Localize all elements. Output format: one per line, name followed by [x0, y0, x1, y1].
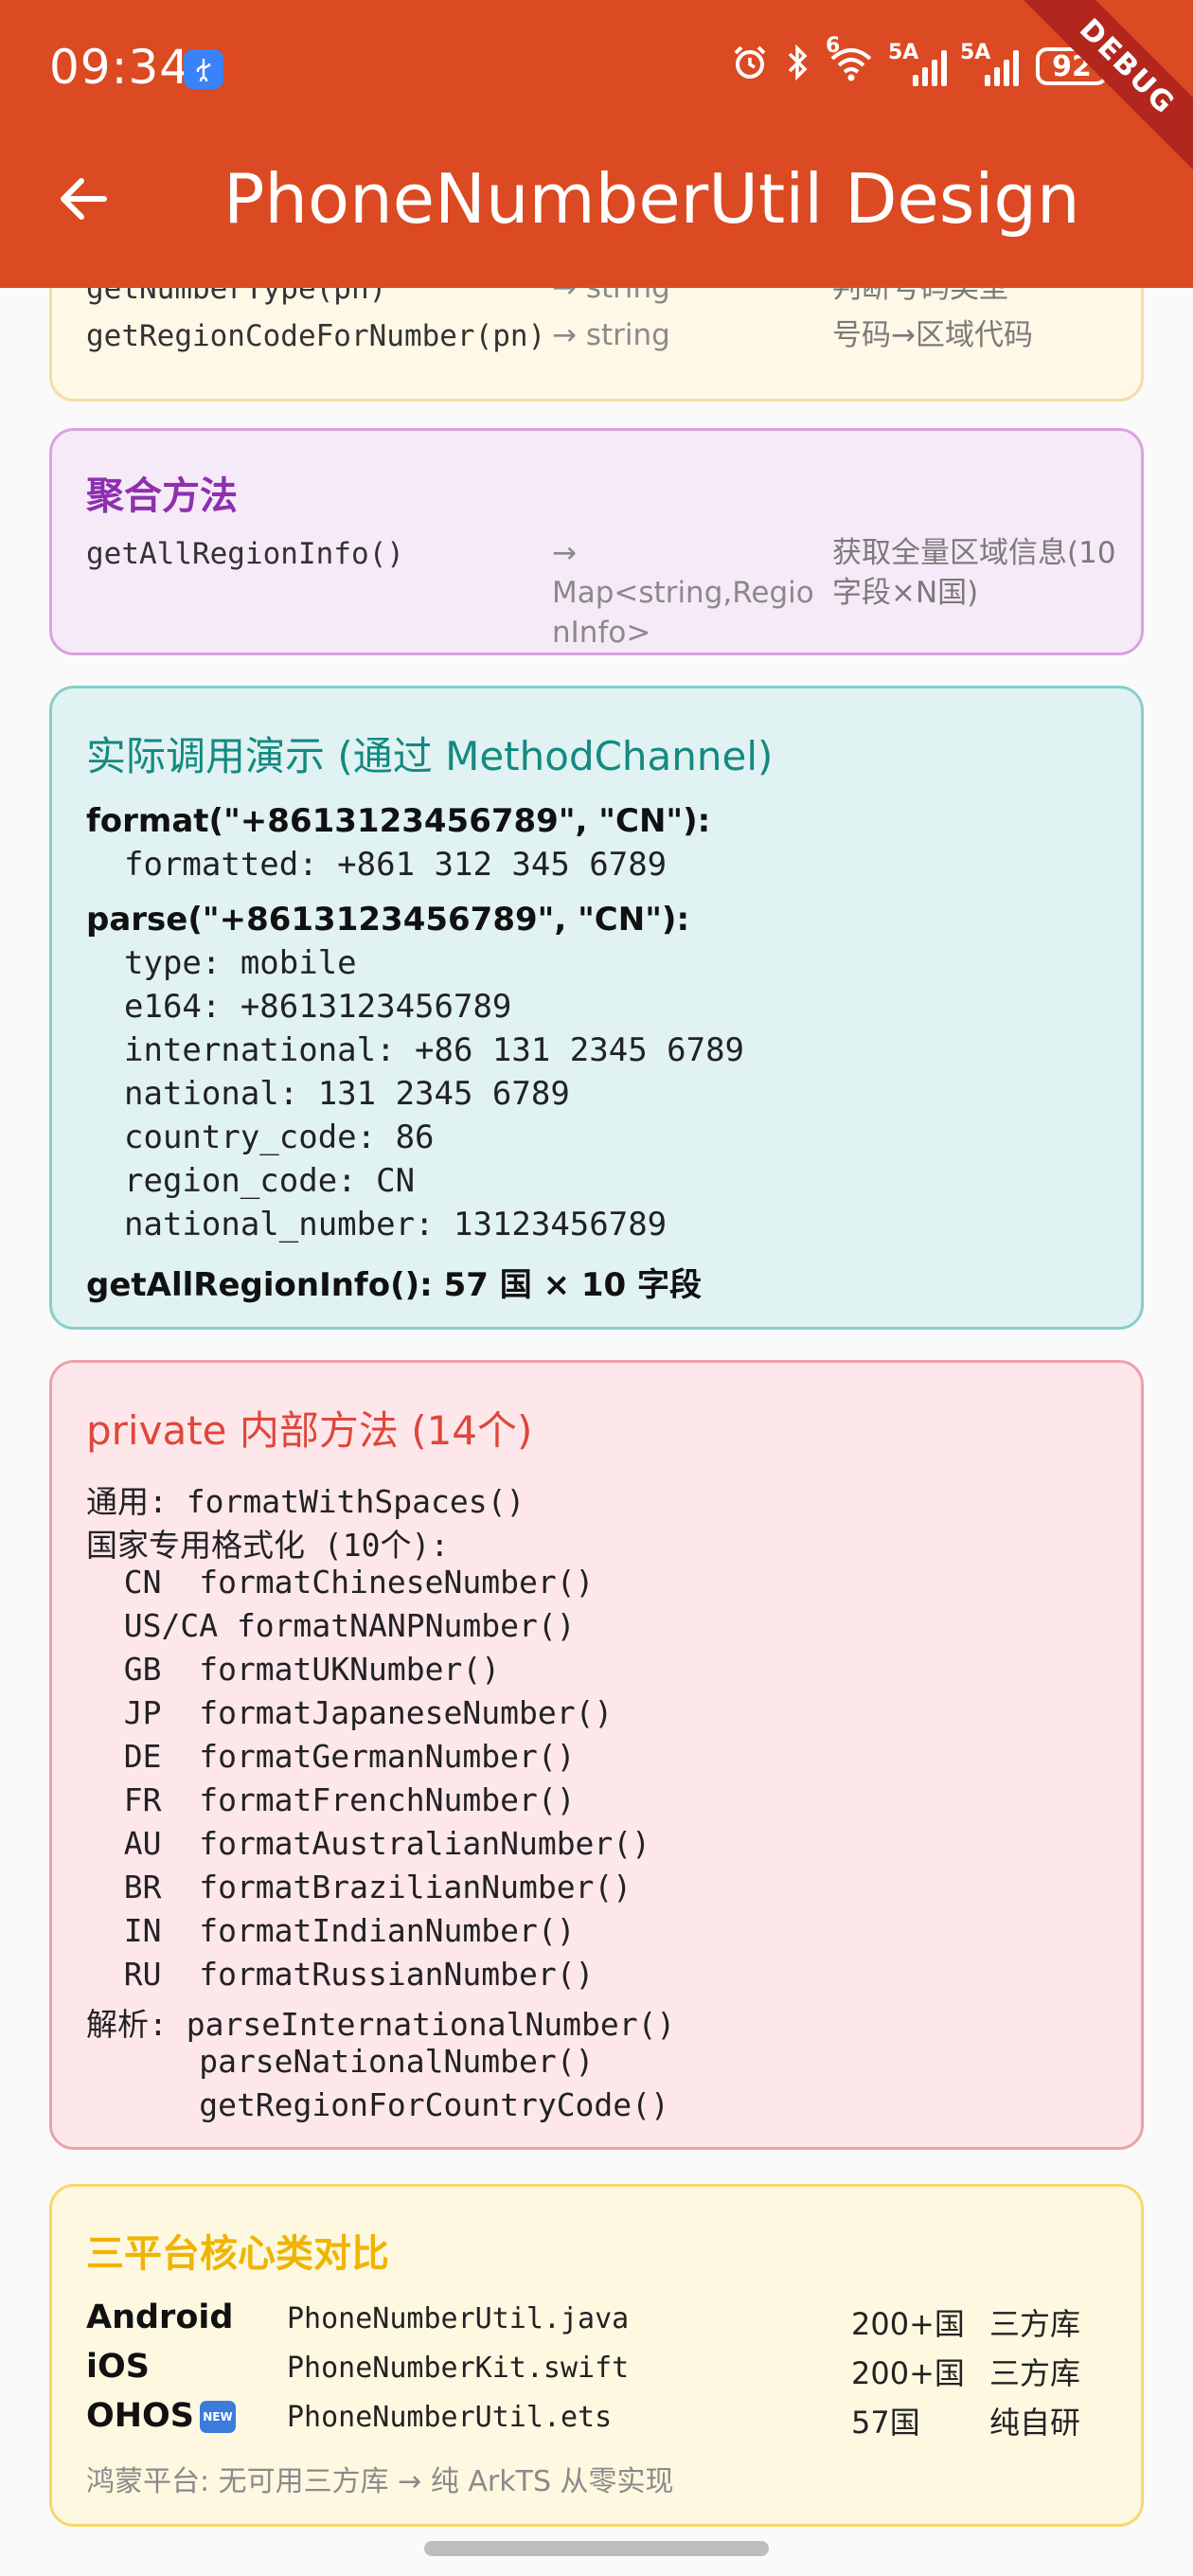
parse-result-line: e164: +8613123456789: [124, 988, 512, 1026]
private-method-line: BR formatBrazilianNumber(): [86, 1869, 632, 1905]
aggregate-methods-card: 聚合方法 getAllRegionInfo() → Map<string,Reg…: [49, 428, 1144, 655]
platform-file: PhoneNumberUtil.java: [287, 2302, 630, 2335]
platform-country-count: 57国: [851, 2405, 920, 2441]
private-method-line: AU formatAustralianNumber(): [86, 1825, 651, 1862]
method-desc: 号码→区域代码: [832, 318, 1033, 352]
status-icons: 6 5A 5A 92: [731, 34, 1108, 89]
method-desc: 获取全量区域信息(10 字段×N国): [832, 533, 1116, 613]
parse-result-line: international: +86 131 2345 6789: [124, 1031, 745, 1069]
private-methods-card: private 内部方法 (14个) 通用: formatWithSpaces(…: [49, 1360, 1144, 2150]
new-badge-icon: NEW: [200, 2401, 237, 2433]
private-method-line: CN formatChineseNumber(): [86, 1564, 595, 1601]
back-arrow-icon[interactable]: [55, 170, 112, 227]
platform-country-count: 200+国: [851, 2306, 965, 2342]
demo-card: 实际调用演示 (通过 MethodChannel) format("+86131…: [49, 686, 1144, 1330]
private-method-line: parseNationalNumber(): [86, 2043, 595, 2080]
cell-signal-icon-2: 5A: [960, 41, 1019, 86]
region-info-summary: getAllRegionInfo(): 57 国 × 10 字段: [86, 1266, 703, 1304]
card-title: 三平台核心类对比: [86, 2232, 389, 2276]
page-title: PhoneNumberUtil Design: [223, 159, 1080, 239]
format-result: formatted: +861 312 345 6789: [124, 846, 668, 884]
private-method-line: DE formatGermanNumber(): [86, 1738, 576, 1775]
platform-file: PhoneNumberUtil.ets: [287, 2401, 613, 2434]
private-method-line: 通用: formatWithSpaces(): [86, 1483, 525, 1520]
method-desc-line: 字段×N国): [832, 576, 979, 610]
private-method-line: RU formatRussianNumber(): [86, 1956, 595, 1993]
platform-name: Android: [86, 2299, 234, 2336]
sim2-label: 5A: [960, 41, 991, 64]
private-method-line: 解析: parseInternationalNumber(): [86, 2006, 676, 2043]
method-name: getAllRegionInfo(): [86, 537, 404, 571]
private-method-line: 国家专用格式化 (10个):: [86, 1527, 450, 1564]
cell-signal-icon-1: 5A: [888, 41, 947, 86]
platform-country-count: 200+国: [851, 2355, 965, 2391]
wifi-icon: 6: [826, 34, 875, 89]
method-return: → Map<string,Regio nInfo>: [552, 533, 827, 653]
platform-file: PhoneNumberKit.swift: [287, 2352, 630, 2385]
private-method-line: FR formatFrenchNumber(): [86, 1781, 576, 1818]
card-title: 实际调用演示 (通过 MethodChannel): [86, 733, 774, 779]
method-name: getRegionCodeForNumber(pn): [86, 319, 546, 353]
platform-name-row: OHOS NEW: [86, 2397, 237, 2435]
private-method-line: getRegionForCountryCode(): [86, 2086, 669, 2123]
platform-lib-type: 三方库: [989, 2306, 1081, 2342]
home-indicator[interactable]: [424, 2541, 769, 2556]
private-method-line: GB formatUKNumber(): [86, 1651, 501, 1688]
platform-compare-card: 三平台核心类对比 Android PhoneNumberUtil.java 20…: [49, 2184, 1144, 2527]
private-method-line: IN formatIndianNumber(): [86, 1912, 576, 1949]
method-return: → string: [552, 318, 670, 352]
card-title: private 内部方法 (14个): [86, 1407, 533, 1454]
compare-footer-note: 鸿蒙平台: 无可用三方库 → 纯 ArkTS 从零实现: [86, 2465, 674, 2498]
method-desc-line: 获取全量区域信息(10: [832, 536, 1116, 570]
private-method-line: US/CA formatNANPNumber(): [86, 1607, 576, 1644]
platform-lib-type: 三方库: [989, 2355, 1081, 2391]
method-return-line: nInfo>: [552, 616, 651, 650]
app-bar: 09:34 6 5A 5A 92 DEBUG PhoneNumberUtil D…: [0, 0, 1193, 288]
format-call: format("+8613123456789", "CN"):: [86, 802, 711, 840]
sim1-label: 5A: [888, 41, 919, 64]
card-title: 聚合方法: [86, 474, 238, 518]
parse-result-line: national: 131 2345 6789: [124, 1075, 570, 1113]
platform-name: OHOS: [86, 2397, 195, 2435]
private-method-line: JP formatJapaneseNumber(): [86, 1694, 614, 1731]
method-return-line: → Map<string,Regio: [552, 536, 814, 610]
bluetooth-icon: [786, 44, 810, 89]
parse-result-line: country_code: 86: [124, 1118, 435, 1156]
wifi-generation-label: 6: [826, 34, 841, 58]
parse-call: parse("+8613123456789", "CN"):: [86, 901, 690, 939]
parse-result-line: type: mobile: [124, 944, 357, 982]
platform-name: iOS: [86, 2348, 150, 2386]
debug-banner: DEBUG: [1014, 0, 1193, 180]
alarm-icon: [731, 44, 769, 89]
parse-result-line: region_code: CN: [124, 1162, 416, 1200]
platform-lib-type: 纯自研: [989, 2405, 1081, 2441]
status-time: 09:34: [49, 40, 191, 95]
usb-debug-icon: [184, 49, 223, 89]
parse-result-line: national_number: 13123456789: [124, 1206, 668, 1243]
